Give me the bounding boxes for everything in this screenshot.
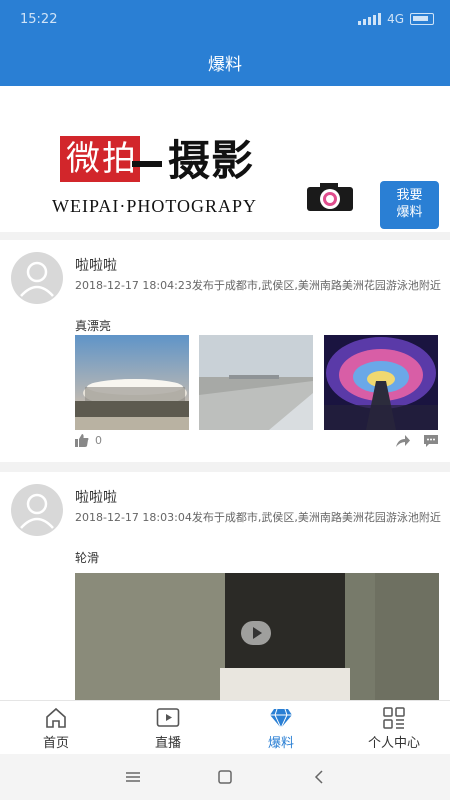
post-meta: 2018-12-17 18:04:23发布于成都市,武侯区,美洲南路美洲花园游泳… [75, 279, 441, 292]
user-silhouette-icon [20, 493, 54, 529]
app-screen: 15:22 4G 爆料 微拍 摄影 WEIPAI·PHOTOGRAPY 我要 爆… [0, 0, 450, 800]
tab-report[interactable]: 爆料 [225, 701, 337, 755]
play-icon [156, 708, 180, 727]
post-card[interactable]: 啦啦啦 2018-12-17 18:03:04发布于成都市,武侯区,美洲南路美洲… [0, 472, 450, 700]
status-time: 15:22 [20, 12, 58, 27]
tab-profile-label: 个人中心 [367, 736, 420, 751]
post-photo-tunnel[interactable] [324, 335, 438, 430]
post-username[interactable]: 啦啦啦 [75, 487, 117, 507]
avatar[interactable] [11, 484, 63, 536]
post-photo-airport[interactable] [199, 335, 313, 430]
diamond-icon [270, 708, 292, 729]
post-video[interactable] [75, 573, 439, 700]
page-title: 爆料 [208, 55, 242, 75]
post-photo-stadium[interactable] [75, 335, 189, 430]
status-indicators: 4G [358, 12, 434, 26]
status-bar: 15:22 4G [0, 0, 450, 40]
share-icon[interactable] [395, 434, 411, 448]
bottom-tab-bar: 首页 直播 爆料 个人中心 [0, 700, 450, 754]
avatar[interactable] [11, 252, 63, 304]
logo-black-text: 摄影 [132, 138, 254, 184]
grid-icon [383, 707, 405, 729]
tab-report-label: 爆料 [267, 736, 294, 751]
signal-icon [358, 13, 382, 25]
like-count: 0 [95, 434, 102, 447]
post-username[interactable]: 啦啦啦 [75, 255, 117, 275]
thumbs-up-icon [75, 434, 89, 447]
report-button[interactable]: 我要 爆料 [380, 181, 439, 229]
video-play-icon[interactable] [241, 621, 271, 645]
comment-icon[interactable] [423, 434, 439, 448]
report-button-line2: 爆料 [396, 205, 423, 220]
post-card[interactable]: 啦啦啦 2018-12-17 18:04:23发布于成都市,武侯区,美洲南路美洲… [0, 240, 450, 462]
user-silhouette-icon [20, 261, 54, 297]
post-caption: 轮滑 [75, 551, 100, 565]
home-icon [46, 707, 66, 728]
menu-icon[interactable] [123, 768, 143, 786]
logo-dash [132, 161, 162, 167]
report-button-line1: 我要 [396, 188, 423, 203]
network-label: 4G [387, 12, 404, 26]
post-caption: 真漂亮 [75, 319, 112, 333]
post-meta: 2018-12-17 18:03:04发布于成都市,武侯区,美洲南路美洲花园游泳… [75, 511, 441, 524]
logo-black-chars: 摄影 [168, 136, 255, 185]
camera-icon [307, 183, 353, 211]
like-button[interactable]: 0 [75, 434, 102, 447]
back-icon[interactable] [310, 768, 330, 786]
tab-home-label: 首页 [42, 736, 69, 751]
tab-live-label: 直播 [154, 736, 181, 751]
app-header: 15:22 4G 爆料 [0, 0, 450, 86]
tab-live[interactable]: 直播 [112, 701, 224, 755]
tab-home[interactable]: 首页 [0, 701, 112, 755]
logo-subtitle: WEIPAI·PHOTOGRAPY [52, 196, 258, 216]
home-nav-icon[interactable] [215, 768, 235, 786]
post-actions: 0 [75, 434, 439, 450]
logo-red-block: 微拍 [60, 136, 140, 182]
tab-profile[interactable]: 个人中心 [338, 701, 450, 755]
system-nav-bar [0, 754, 450, 800]
battery-icon [410, 13, 434, 25]
